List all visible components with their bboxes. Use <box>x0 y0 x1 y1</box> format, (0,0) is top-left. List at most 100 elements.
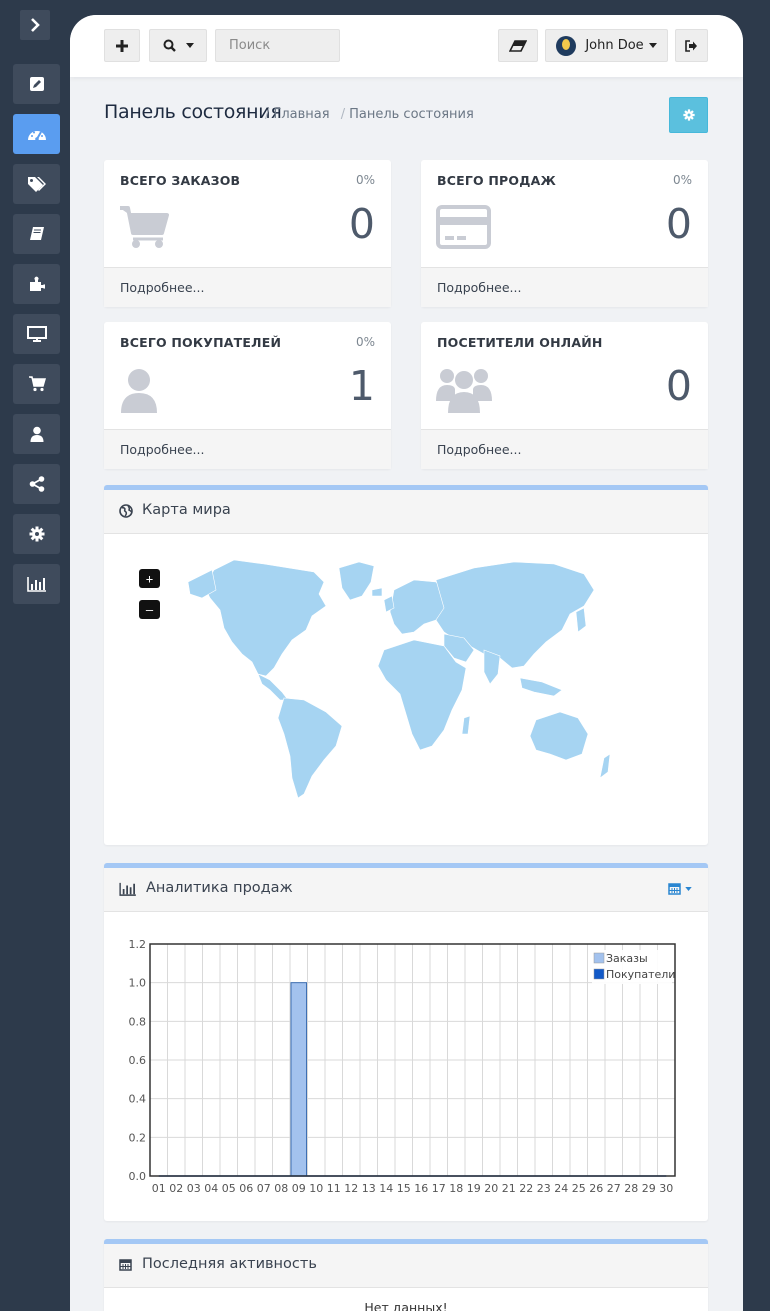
tile-percent: 0% <box>355 173 375 187</box>
caret-down-icon <box>185 43 194 48</box>
map-zoom-out-button[interactable]: – <box>139 600 160 619</box>
sidebar-item-book[interactable] <box>13 214 60 254</box>
map-region-iceland <box>371 587 383 597</box>
x-tick-label: 01 <box>152 1182 166 1195</box>
sidebar-item-catalog[interactable] <box>13 164 60 204</box>
calendar-icon <box>119 1259 132 1271</box>
map-region-madagascar <box>461 715 471 735</box>
eraser-icon <box>509 39 527 52</box>
x-tick-label: 08 <box>274 1182 288 1195</box>
bar-chart-icon <box>26 577 46 592</box>
x-tick-label: 02 <box>169 1182 183 1195</box>
sidebar-item-customers[interactable] <box>13 414 60 454</box>
tile-value: 0 <box>665 362 692 410</box>
sales-analytics-panel: Аналитика продаж 0.0 0.2 0.4 0.6 0.8 1.0 1.2 01… <box>104 863 708 1221</box>
x-tick-label: 26 <box>589 1182 603 1195</box>
search-dropdown-button[interactable] <box>149 29 207 62</box>
sidebar-item-system[interactable] <box>13 514 60 554</box>
caret-down-icon <box>648 43 657 48</box>
y-tick-label: 0.8 <box>129 1015 147 1028</box>
caret-down-icon <box>685 886 692 891</box>
x-tick-label: 13 <box>362 1182 376 1195</box>
x-tick-label: 20 <box>484 1182 498 1195</box>
sidebar-item-edit[interactable] <box>13 64 60 104</box>
sidebar-item-design[interactable] <box>13 314 60 354</box>
world-map[interactable] <box>174 550 654 810</box>
legend-label-orders: Заказы <box>606 952 648 965</box>
clear-cache-button[interactable] <box>498 29 538 62</box>
users-icon <box>436 369 492 413</box>
map-region-central-america <box>257 673 289 701</box>
x-tick-label: 27 <box>607 1182 621 1195</box>
x-tick-label: 23 <box>537 1182 551 1195</box>
add-button[interactable] <box>104 29 140 62</box>
x-tick-label: 09 <box>292 1182 306 1195</box>
recent-activity-panel: Последняя активность Нет данных! <box>104 1239 708 1311</box>
y-tick-label: 1.2 <box>129 938 147 951</box>
map-zoom-in-button[interactable]: + <box>139 569 160 588</box>
map-region-india <box>483 649 501 685</box>
x-tick-label: 14 <box>379 1182 393 1195</box>
x-tick-label: 21 <box>502 1182 516 1195</box>
panel-header: Аналитика продаж <box>104 868 708 912</box>
x-tick-label: 05 <box>222 1182 236 1195</box>
panel-header: Последняя активность <box>104 1244 708 1288</box>
x-tick-label: 17 <box>432 1182 446 1195</box>
tile-percent: 0% <box>355 335 375 349</box>
y-tick-label: 0.0 <box>129 1170 147 1183</box>
breadcrumb-current[interactable]: Панель состояния <box>349 107 474 122</box>
user-menu-button[interactable]: John Doe <box>545 29 668 62</box>
map-region-australia <box>529 711 589 761</box>
user-name: John Doe <box>585 38 644 53</box>
sidebar-item-sales[interactable] <box>13 364 60 404</box>
map-region-north-america <box>203 559 327 677</box>
book-icon <box>29 227 44 240</box>
tile-details-link[interactable]: Подробнее... <box>421 429 708 469</box>
logout-button[interactable] <box>675 29 708 62</box>
pencil-icon <box>29 77 44 91</box>
tile-total-customers: ВСЕГО ПОКУПАТЕЛЕЙ 0% 1 Подробнее... <box>104 322 391 469</box>
dashboard-settings-button[interactable] <box>669 97 708 133</box>
tile-details-link[interactable]: Подробнее... <box>104 429 391 469</box>
date-range-dropdown[interactable] <box>668 882 692 895</box>
x-tick-label: 15 <box>397 1182 411 1195</box>
calendar-icon <box>668 883 681 895</box>
panel-header: Карта мира <box>104 490 708 534</box>
tile-details-link[interactable]: Подробнее... <box>421 267 708 307</box>
y-tick-label: 0.6 <box>129 1054 147 1067</box>
top-toolbar: John Doe <box>70 15 743 77</box>
panel-title: Карта мира <box>142 502 231 518</box>
map-region-southeast-asia <box>519 677 563 697</box>
legend-swatch-customers <box>593 968 605 980</box>
y-tick-label: 1.0 <box>129 977 147 990</box>
sidebar-item-marketing[interactable] <box>13 464 60 504</box>
x-tick-label: 07 <box>257 1182 271 1195</box>
monitor-icon <box>26 326 47 342</box>
tile-details-link[interactable]: Подробнее... <box>104 267 391 307</box>
globe-icon <box>119 504 133 518</box>
sidebar <box>0 0 70 1311</box>
gear-icon <box>29 526 44 542</box>
x-tick-label: 19 <box>467 1182 481 1195</box>
tile-title: ПОСЕТИТЕЛИ ОНЛАЙН <box>437 335 603 350</box>
x-tick-label: 28 <box>624 1182 638 1195</box>
avatar <box>556 35 577 56</box>
world-map-panel: Карта мира + – <box>104 485 708 845</box>
map-region-greenland <box>338 561 375 601</box>
sidebar-toggle-button[interactable] <box>20 10 50 40</box>
map-region-south-america <box>277 697 343 799</box>
empty-state-text: Нет данных! <box>364 1300 448 1311</box>
tile-value: 0 <box>665 200 692 248</box>
page-title: Панель состояния <box>104 101 282 123</box>
sidebar-item-extensions[interactable] <box>13 264 60 304</box>
gear-icon <box>682 109 695 121</box>
x-tick-label: 30 <box>659 1182 673 1195</box>
sidebar-item-dashboard[interactable] <box>13 114 60 154</box>
sidebar-item-reports[interactable] <box>13 564 60 604</box>
x-tick-label: 12 <box>344 1182 358 1195</box>
search-icon <box>163 39 176 52</box>
tile-title: ВСЕГО ПРОДАЖ <box>437 173 556 188</box>
search-input[interactable] <box>215 29 340 62</box>
x-tick-label: 25 <box>572 1182 586 1195</box>
breadcrumb-home[interactable]: Главная <box>273 107 329 122</box>
